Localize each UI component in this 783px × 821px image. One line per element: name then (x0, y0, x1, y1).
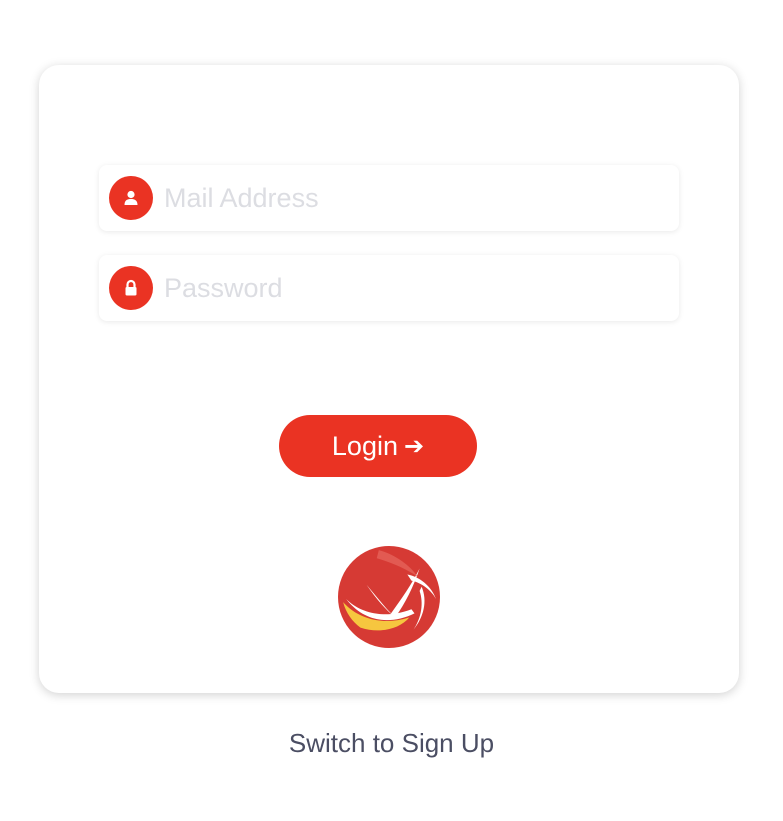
brand-logo (338, 546, 440, 648)
login-button[interactable]: Login ➔ (279, 415, 477, 477)
switch-to-sign-up-link[interactable]: Switch to Sign Up (0, 728, 783, 759)
login-card: Login ➔ (39, 65, 739, 693)
mail-address-field[interactable] (99, 165, 679, 231)
user-icon (109, 176, 153, 220)
mail-address-input[interactable] (164, 173, 664, 223)
lock-icon (109, 266, 153, 310)
arrow-right-icon: ➔ (403, 432, 425, 460)
login-button-label: Login (331, 430, 398, 461)
password-input[interactable] (164, 263, 664, 313)
password-field[interactable] (99, 255, 679, 321)
